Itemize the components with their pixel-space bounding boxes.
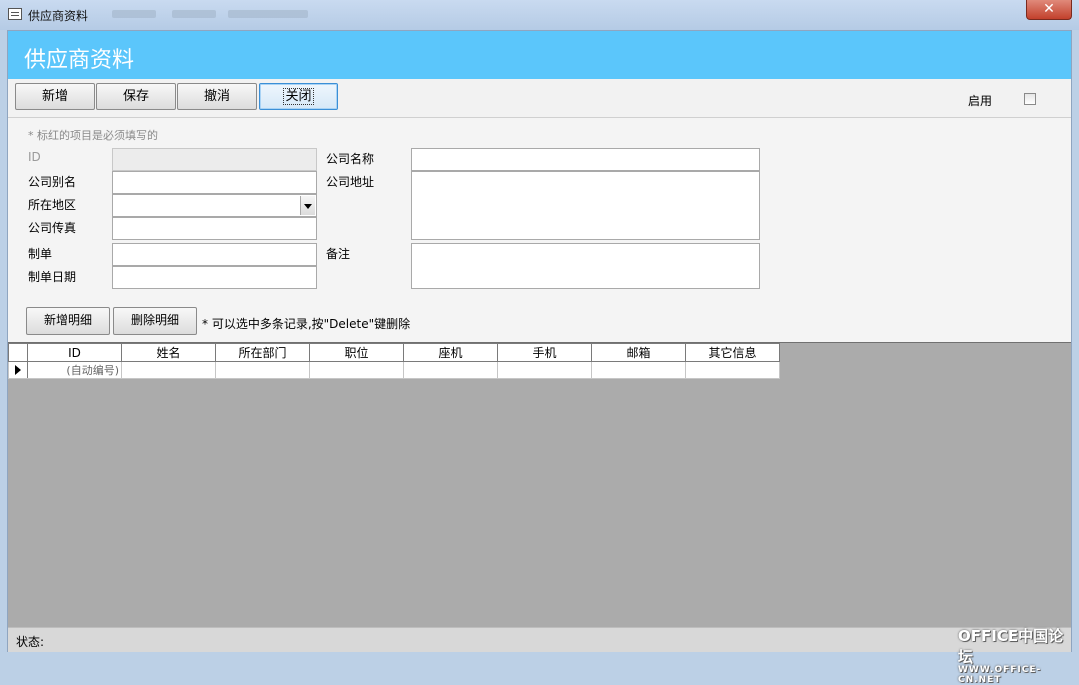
delete-detail-button[interactable]: 删除明细	[113, 307, 197, 335]
detail-grid: ID 姓名 所在部门 职位 座机 手机 邮箱 其它信息 (自动编号)	[8, 343, 780, 379]
enable-checkbox[interactable]	[1024, 93, 1036, 105]
cell-phone[interactable]	[403, 361, 498, 379]
cell-department[interactable]	[215, 361, 310, 379]
save-button[interactable]: 保存	[96, 83, 176, 110]
column-header-phone[interactable]: 座机	[403, 343, 498, 362]
cell-position[interactable]	[309, 361, 404, 379]
company-name-label: 公司名称	[326, 152, 375, 166]
watermark-title: OFFICE中国论坛	[958, 627, 1064, 666]
cell-email[interactable]	[591, 361, 686, 379]
cell-mobile[interactable]	[497, 361, 592, 379]
address-field[interactable]	[411, 171, 760, 240]
status-bar: 状态:	[8, 627, 1071, 652]
creator-label: 制单	[28, 247, 53, 261]
row-selector-header[interactable]	[8, 343, 28, 362]
enable-label: 启用	[968, 94, 993, 108]
window-title: 供应商资料	[28, 9, 89, 23]
watermark-url: WWW.OFFICE-CN.NET	[958, 665, 1042, 685]
new-button[interactable]: 新增	[15, 83, 95, 110]
close-window-button[interactable]: ✕	[1026, 0, 1072, 20]
close-icon: ✕	[1043, 1, 1055, 17]
required-note: * 标红的项目是必须填写的	[28, 129, 158, 142]
form-window: 供应商资料 新增 保存 撤消 关闭 启用 * 标红的项目是必须填写的 ID 公司…	[7, 30, 1072, 652]
toolbar: 新增 保存 撤消 关闭 启用	[8, 79, 1071, 118]
fax-label: 公司传真	[28, 221, 77, 235]
remarks-label: 备注	[326, 247, 351, 261]
column-header-name[interactable]: 姓名	[121, 343, 216, 362]
detail-datasheet: ID 姓名 所在部门 职位 座机 手机 邮箱 其它信息 (自动编号)	[8, 342, 1071, 627]
region-label: 所在地区	[28, 198, 77, 212]
alias-label: 公司别名	[28, 175, 77, 189]
grid-header-row: ID 姓名 所在部门 职位 座机 手机 邮箱 其它信息	[8, 343, 780, 362]
undo-button[interactable]: 撤消	[177, 83, 257, 110]
add-detail-button[interactable]: 新增明细	[26, 307, 110, 335]
column-header-other[interactable]: 其它信息	[685, 343, 780, 362]
create-date-field[interactable]	[112, 266, 317, 289]
id-field	[112, 148, 317, 171]
delete-hint: * 可以选中多条记录,按"Delete"键删除	[202, 317, 411, 331]
alias-field[interactable]	[112, 171, 317, 194]
form-icon	[8, 8, 22, 20]
cell-name[interactable]	[121, 361, 216, 379]
close-button[interactable]: 关闭	[259, 83, 338, 110]
fax-field[interactable]	[112, 217, 317, 240]
blurred-tab	[112, 10, 156, 18]
table-row[interactable]: (自动编号)	[8, 361, 780, 379]
cell-id[interactable]: (自动编号)	[27, 361, 122, 379]
id-label: ID	[28, 150, 41, 164]
chevron-down-icon[interactable]	[300, 196, 315, 215]
remarks-field[interactable]	[411, 243, 760, 289]
create-date-label: 制单日期	[28, 270, 77, 284]
column-header-department[interactable]: 所在部门	[215, 343, 310, 362]
column-header-mobile[interactable]: 手机	[497, 343, 592, 362]
address-label: 公司地址	[326, 175, 375, 189]
creator-field[interactable]	[112, 243, 317, 266]
blurred-tab	[228, 10, 308, 18]
column-header-position[interactable]: 职位	[309, 343, 404, 362]
blurred-tab	[172, 10, 216, 18]
current-record-icon	[15, 365, 21, 375]
column-header-id[interactable]: ID	[27, 343, 122, 362]
company-name-field[interactable]	[411, 148, 760, 171]
status-label: 状态:	[16, 635, 45, 649]
cell-other[interactable]	[685, 361, 780, 379]
form-title: 供应商资料	[24, 48, 135, 73]
watermark: OFFICE中国论坛 WWW.OFFICE-CN.NET	[958, 625, 1078, 685]
window-titlebar: 供应商资料 ✕	[0, 0, 1079, 30]
column-header-email[interactable]: 邮箱	[591, 343, 686, 362]
form-header: 供应商资料	[8, 31, 1071, 79]
row-selector[interactable]	[8, 361, 28, 379]
close-button-label: 关闭	[283, 88, 314, 105]
region-combo[interactable]	[112, 194, 317, 217]
